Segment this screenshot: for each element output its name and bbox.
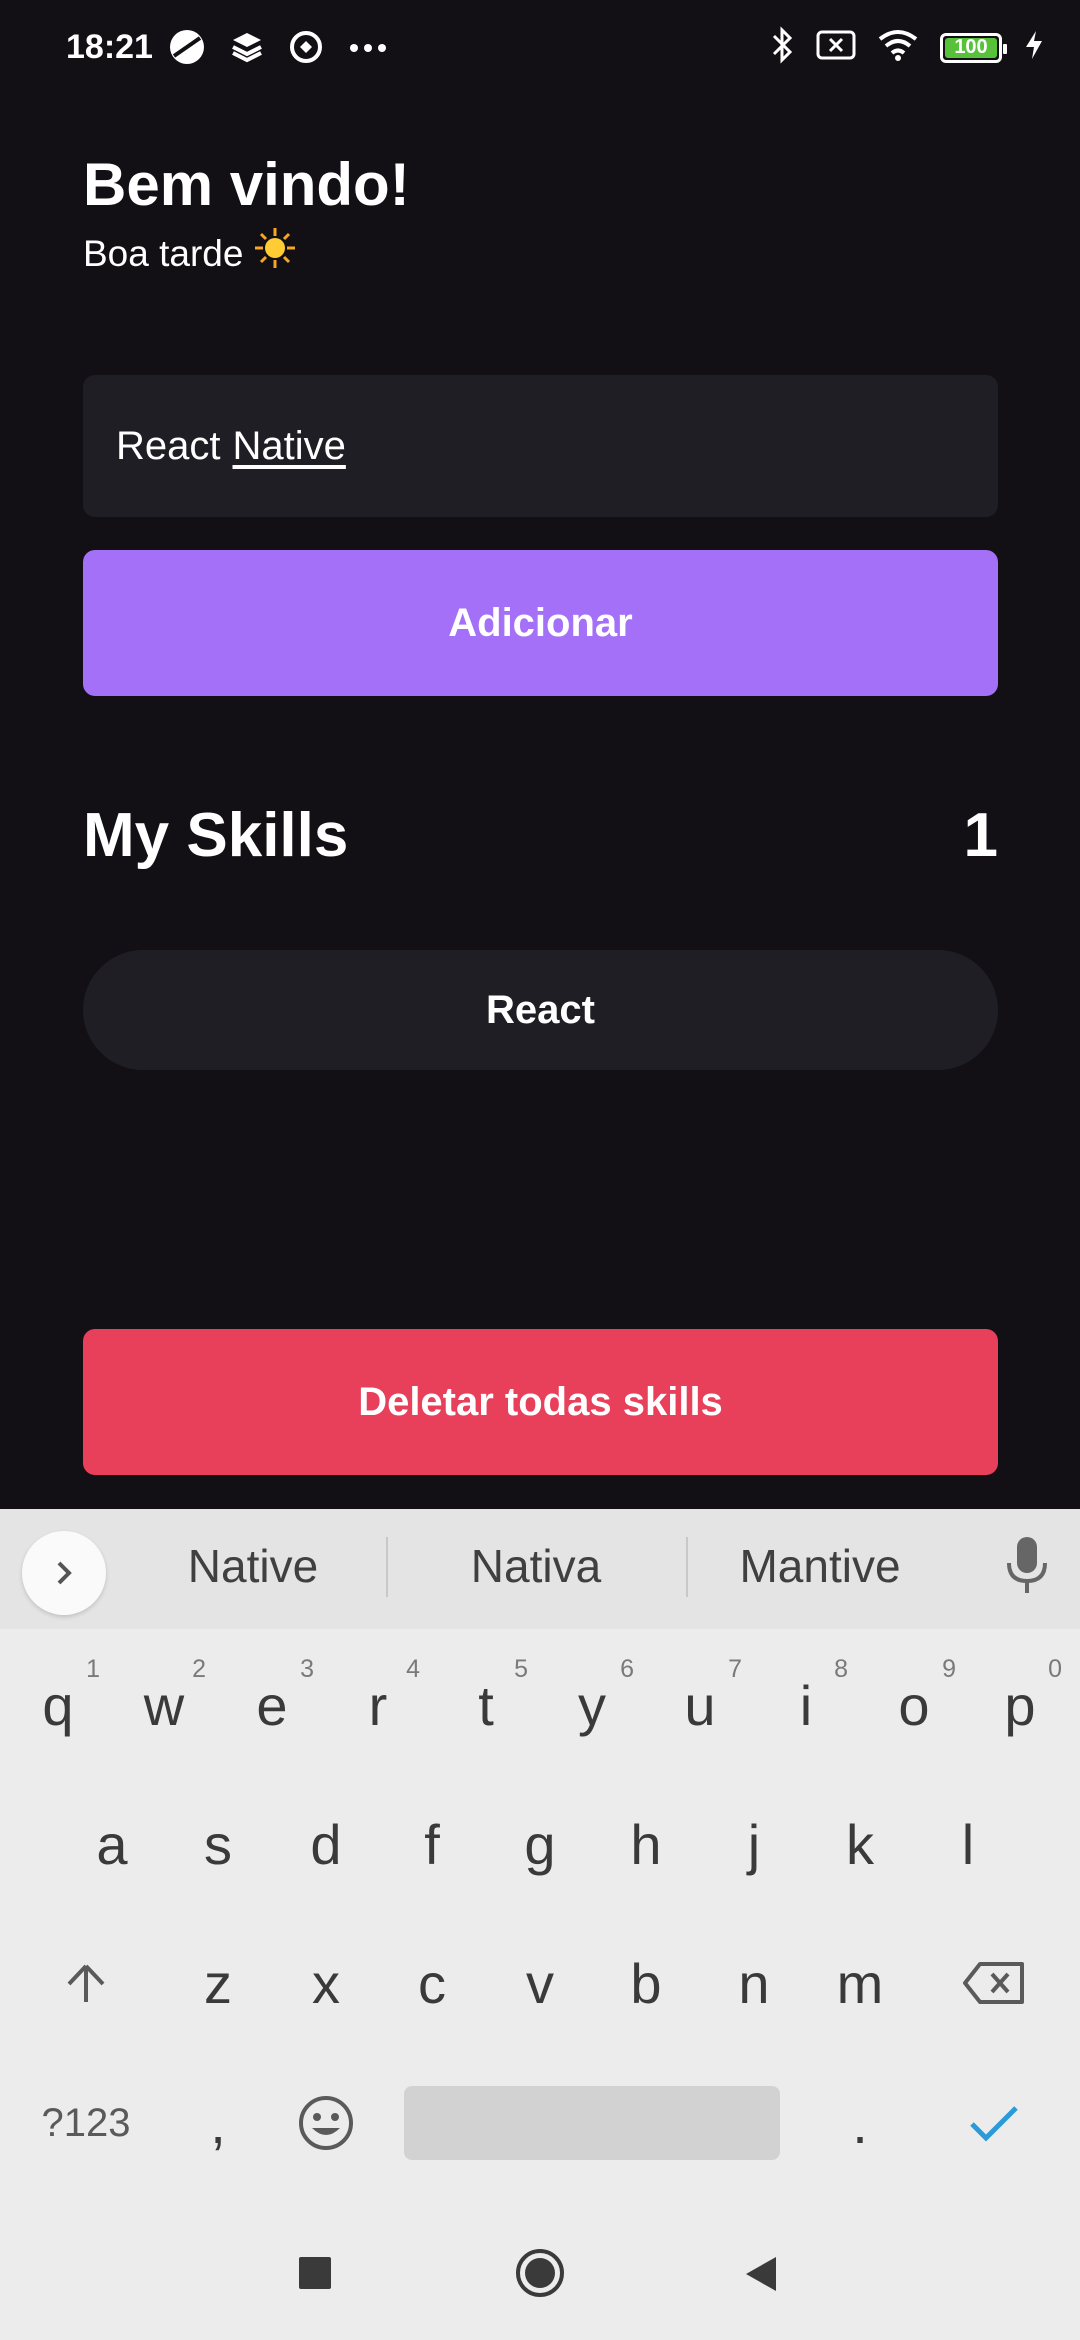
- key-j[interactable]: j: [706, 1784, 802, 1904]
- key-p[interactable]: p0: [972, 1645, 1068, 1765]
- app-icon: [168, 28, 206, 71]
- skills-title: My Skills: [83, 801, 349, 870]
- key-m[interactable]: m: [812, 1923, 908, 2043]
- key-k[interactable]: k: [812, 1784, 908, 1904]
- key-b[interactable]: b: [598, 1923, 694, 2043]
- emoji-key[interactable]: [278, 2063, 374, 2183]
- back-icon[interactable]: [744, 2255, 778, 2298]
- skills-header: My Skills 1: [83, 800, 998, 871]
- status-time: 18:21: [66, 28, 153, 66]
- header: Bem vindo! Boa tarde: [83, 150, 998, 281]
- status-bar: 18:21 100: [0, 0, 1080, 100]
- suggestion-2[interactable]: Nativa: [416, 1539, 656, 1593]
- add-button[interactable]: Adicionar: [83, 550, 998, 696]
- input-value-prefix: React: [116, 423, 221, 468]
- done-key[interactable]: [946, 2063, 1042, 2183]
- emoji-icon: [299, 2096, 353, 2150]
- wifi-icon: [878, 29, 918, 66]
- backspace-icon: [963, 1962, 1024, 2004]
- sim-off-icon: [816, 29, 856, 66]
- key-e[interactable]: e3: [224, 1645, 320, 1765]
- input-value-composing: Native: [232, 423, 346, 468]
- page-title: Bem vindo!: [83, 151, 410, 218]
- key-f[interactable]: f: [384, 1784, 480, 1904]
- shift-icon: [67, 1964, 105, 2002]
- charging-icon: [1024, 29, 1044, 66]
- delete-all-button[interactable]: Deletar todas skills: [83, 1329, 998, 1475]
- home-icon[interactable]: [514, 2247, 566, 2304]
- suggestion-3[interactable]: Mantive: [700, 1539, 940, 1593]
- more-icon: [348, 41, 388, 59]
- key-x[interactable]: x: [278, 1923, 374, 2043]
- greeting-text: Boa tarde: [83, 232, 244, 274]
- key-s[interactable]: s: [170, 1784, 266, 1904]
- key-n[interactable]: n: [706, 1923, 802, 2043]
- expand-toolbar-button[interactable]: [22, 1531, 106, 1615]
- chevron-right-icon: [57, 1561, 72, 1585]
- battery-icon: 100: [940, 32, 1007, 63]
- suggestion-1[interactable]: Native: [133, 1539, 373, 1593]
- skills-count: 1: [963, 801, 998, 870]
- space-key[interactable]: [404, 2086, 780, 2160]
- greeting: Boa tarde: [83, 226, 998, 281]
- skill-item[interactable]: React: [83, 950, 998, 1070]
- shift-key[interactable]: [38, 1923, 134, 2043]
- keyboard: Native Nativa Mantive q1 w2 e3 r4 t5 y6 …: [0, 1509, 1080, 2211]
- key-l[interactable]: l: [920, 1784, 1016, 1904]
- key-h[interactable]: h: [598, 1784, 694, 1904]
- microphone-icon[interactable]: [1004, 1535, 1050, 1602]
- sun-icon: [253, 226, 297, 281]
- recents-icon[interactable]: [299, 2257, 331, 2294]
- key-d[interactable]: d: [278, 1784, 374, 1904]
- symbols-key[interactable]: ?123: [36, 2063, 136, 2183]
- key-z[interactable]: z: [170, 1923, 266, 2043]
- period-key[interactable]: .: [812, 2063, 908, 2183]
- key-o[interactable]: o9: [866, 1645, 962, 1765]
- key-q[interactable]: q1: [10, 1645, 106, 1765]
- key-a[interactable]: a: [64, 1784, 160, 1904]
- key-u[interactable]: u7: [652, 1645, 748, 1765]
- key-v[interactable]: v: [492, 1923, 588, 2043]
- bluetooth-icon: [770, 26, 794, 69]
- key-w[interactable]: w2: [116, 1645, 212, 1765]
- key-g[interactable]: g: [492, 1784, 588, 1904]
- key-r[interactable]: r4: [330, 1645, 426, 1765]
- checkmark-icon: [970, 2106, 1018, 2142]
- suggestion-bar: Native Nativa Mantive: [0, 1509, 1080, 1629]
- data-saver-icon: [288, 29, 324, 70]
- battery-level: 100: [954, 36, 988, 58]
- key-c[interactable]: c: [384, 1923, 480, 2043]
- backspace-key[interactable]: [946, 1923, 1042, 2043]
- skill-input[interactable]: React Native: [83, 375, 998, 517]
- navigation-bar: [0, 2211, 1080, 2340]
- key-i[interactable]: i8: [758, 1645, 854, 1765]
- dropbox-icon: [230, 30, 264, 69]
- comma-key[interactable]: ,: [170, 2063, 266, 2183]
- key-t[interactable]: t5: [438, 1645, 534, 1765]
- key-y[interactable]: y6: [544, 1645, 640, 1765]
